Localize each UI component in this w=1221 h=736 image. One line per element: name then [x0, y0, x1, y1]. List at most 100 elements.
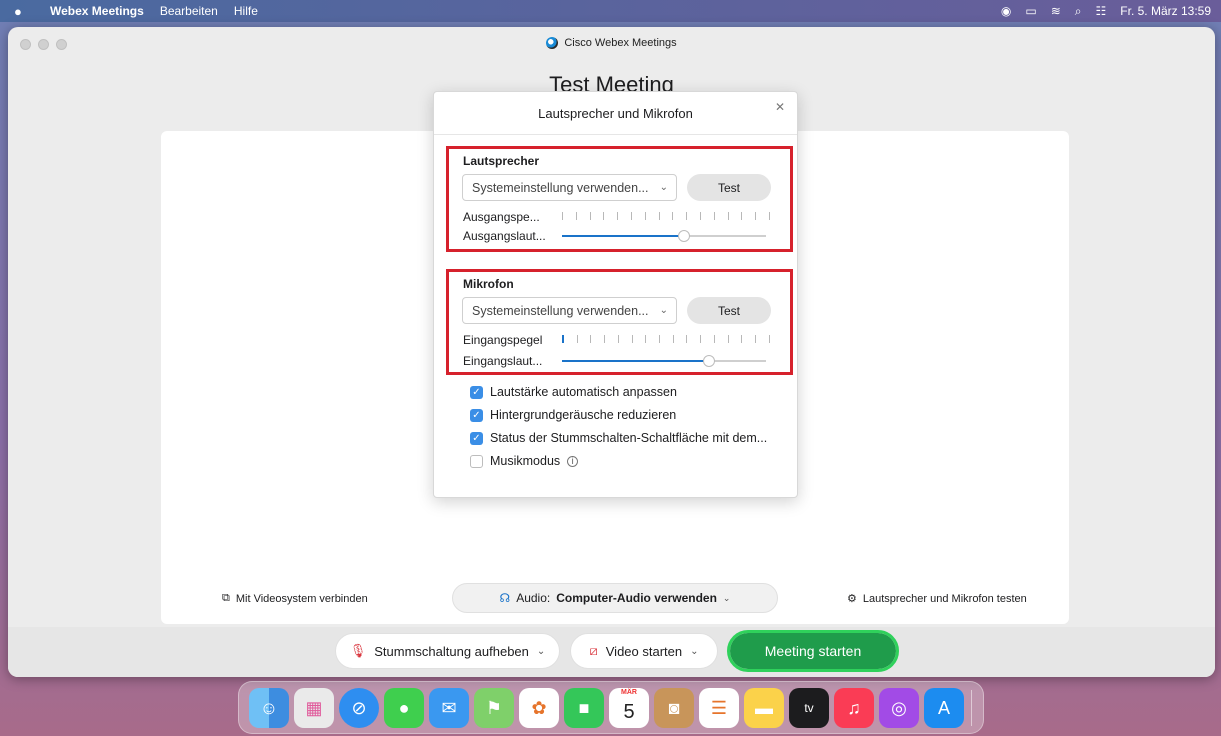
- level-bar: [741, 335, 743, 343]
- apple-menu-icon[interactable]: ●: [14, 4, 30, 19]
- input-volume-slider[interactable]: [562, 355, 766, 367]
- level-bar: [727, 212, 729, 220]
- calendar-month: MÄR: [621, 689, 637, 696]
- webex-window: Cisco Webex Meetings Test Meeting ⧉ Mit …: [8, 27, 1215, 677]
- slider-fill: [562, 235, 685, 237]
- battery-icon[interactable]: ▭: [1025, 4, 1036, 18]
- minimize-window-button[interactable]: [38, 39, 49, 50]
- input-volume-label: Eingangslaut...: [463, 354, 543, 368]
- level-bar: [672, 212, 674, 220]
- video-system-link[interactable]: ⧉ Mit Videosystem verbinden: [222, 592, 368, 605]
- music-icon[interactable]: ♫: [834, 688, 874, 728]
- level-bar: [658, 212, 660, 220]
- menu-hilfe[interactable]: Hilfe: [234, 4, 258, 18]
- microphone-heading: Mikrofon: [463, 277, 514, 291]
- option-music-mode[interactable]: Musikmodus i: [470, 454, 579, 468]
- chevron-down-icon[interactable]: ⌄: [690, 646, 698, 657]
- level-bar: [741, 212, 743, 220]
- chevron-down-icon: ⌄: [659, 305, 668, 316]
- audio-value: Computer-Audio verwenden: [556, 591, 717, 605]
- level-bar: [699, 212, 701, 220]
- level-bar: [768, 212, 770, 220]
- speaker-section: Lautsprecher Systemeinstellung verwenden…: [446, 146, 793, 252]
- level-bar: [755, 335, 757, 343]
- messages-icon[interactable]: ●: [384, 688, 424, 728]
- microphone-select-value: Systemeinstellung verwenden...: [472, 303, 649, 318]
- safari-icon[interactable]: ⊘: [339, 688, 379, 728]
- menu-bar-clock[interactable]: Fr. 5. März 13:59: [1120, 4, 1211, 18]
- mail-icon[interactable]: ✉: [429, 688, 469, 728]
- speaker-heading: Lautsprecher: [463, 154, 540, 168]
- level-bar: [755, 212, 757, 220]
- dialog-header: Lautsprecher und Mikrofon ✕: [434, 92, 797, 135]
- unmute-button[interactable]: 🎙︎ Stummschaltung aufheben ⌄: [335, 633, 560, 669]
- slider-knob[interactable]: [678, 230, 691, 242]
- wifi-icon[interactable]: ≋: [1051, 4, 1061, 18]
- podcasts-icon[interactable]: ◎: [879, 688, 919, 728]
- level-bar: [700, 335, 702, 343]
- close-window-button[interactable]: [20, 39, 31, 50]
- menu-app-name[interactable]: Webex Meetings: [50, 4, 144, 18]
- slider-fill: [562, 360, 709, 362]
- audio-prefix: Audio:: [516, 591, 551, 605]
- audio-select-button[interactable]: ☊ Audio: Computer-Audio verwenden ⌄: [452, 583, 778, 613]
- input-level-meter: [562, 335, 770, 345]
- calendar-day: 5: [623, 700, 635, 723]
- level-bar: [630, 212, 632, 220]
- menu-bar-extras: ◉ ▭ ≋ ⌕ ☷ Fr. 5. März 13:59: [1001, 0, 1211, 22]
- reminders-icon[interactable]: ☰: [699, 688, 739, 728]
- audio-settings-dialog: Lautsprecher und Mikrofon ✕ Lautsprecher…: [433, 91, 798, 498]
- checkbox-auto-volume[interactable]: ✓: [470, 385, 483, 399]
- calendar-icon[interactable]: MÄR 5: [609, 688, 649, 728]
- chevron-down-icon: ⌄: [659, 182, 668, 193]
- speaker-test-button[interactable]: Test: [687, 174, 771, 201]
- checkbox-noise-reduction[interactable]: ✓: [470, 408, 483, 422]
- microphone-test-button[interactable]: Test: [687, 297, 771, 324]
- spotlight-search-icon[interactable]: ⌕: [1075, 4, 1082, 19]
- microphone-section: Mikrofon Systemeinstellung verwenden... …: [446, 269, 793, 375]
- level-bar: [644, 212, 646, 220]
- apple-tv-icon[interactable]: tv: [789, 688, 829, 728]
- photos-icon[interactable]: ✿: [519, 688, 559, 728]
- start-meeting-button[interactable]: Meeting starten: [727, 630, 899, 672]
- close-icon[interactable]: ✕: [775, 100, 785, 114]
- finder-icon[interactable]: ☺: [249, 688, 289, 728]
- option-noise-reduction-label: Hintergrundgeräusche reduzieren: [490, 408, 677, 422]
- checkbox-mute-sync[interactable]: ✓: [470, 431, 483, 445]
- menu-bearbeiten[interactable]: Bearbeiten: [160, 4, 218, 18]
- contacts-icon[interactable]: ◙: [654, 688, 694, 728]
- zoom-window-button[interactable]: [56, 39, 67, 50]
- maps-icon[interactable]: ⚑: [474, 688, 514, 728]
- option-noise-reduction[interactable]: ✓ Hintergrundgeräusche reduzieren: [470, 408, 676, 422]
- level-bar: [562, 212, 563, 220]
- start-video-button[interactable]: ⧄ Video starten ⌄: [570, 633, 718, 669]
- test-audio-link[interactable]: ⚙ Lautsprecher und Mikrofon testen: [847, 592, 1027, 606]
- info-icon[interactable]: i: [567, 455, 579, 467]
- launchpad-icon[interactable]: ▦: [294, 688, 334, 728]
- window-title: Cisco Webex Meetings: [564, 37, 677, 49]
- slider-knob[interactable]: [702, 355, 715, 367]
- video-label: Video starten: [605, 643, 683, 659]
- level-bar: [590, 335, 592, 343]
- speaker-select[interactable]: Systemeinstellung verwenden... ⌄: [462, 174, 677, 201]
- level-bar: [713, 212, 715, 220]
- output-volume-slider[interactable]: [562, 230, 766, 242]
- level-bar: [617, 335, 619, 343]
- option-auto-volume[interactable]: ✓ Lautstärke automatisch anpassen: [470, 385, 677, 399]
- app-store-icon[interactable]: A: [924, 688, 964, 728]
- checkbox-music-mode[interactable]: [470, 454, 483, 468]
- facetime-icon[interactable]: ■: [564, 688, 604, 728]
- level-bar: [589, 212, 591, 220]
- chevron-down-icon[interactable]: ⌄: [537, 646, 545, 657]
- option-mute-sync[interactable]: ✓ Status der Stummschalten-Schaltfläche …: [470, 431, 767, 445]
- input-level-label: Eingangspegel: [463, 333, 543, 347]
- speaker-select-value: Systemeinstellung verwenden...: [472, 180, 649, 195]
- level-bar: [645, 335, 647, 343]
- microphone-select[interactable]: Systemeinstellung verwenden... ⌄: [462, 297, 677, 324]
- control-center-icon[interactable]: ☷: [1096, 4, 1107, 18]
- level-bar: [604, 335, 606, 343]
- notes-icon[interactable]: ▬: [744, 688, 784, 728]
- level-bar: [562, 335, 564, 343]
- window-titlebar: Cisco Webex Meetings: [8, 27, 1215, 59]
- webex-status-icon[interactable]: ◉: [1001, 4, 1011, 18]
